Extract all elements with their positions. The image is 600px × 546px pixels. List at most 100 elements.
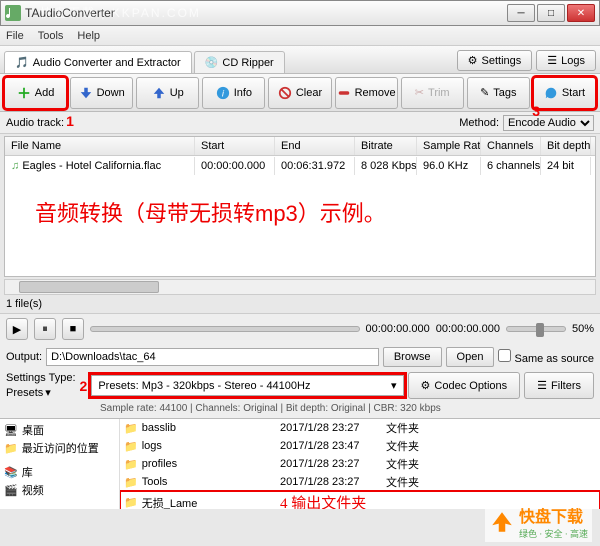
- nav-item[interactable]: 📁最近访问的位置: [2, 439, 117, 457]
- list-header: File Name Start End Bitrate Sample Rate …: [5, 137, 595, 156]
- remove-button[interactable]: Remove: [335, 77, 398, 109]
- output-row: Output: Browse Open Same as source: [0, 344, 600, 370]
- volume-pct: 50%: [572, 323, 594, 335]
- col-end[interactable]: End: [275, 137, 355, 155]
- minimize-button[interactable]: ─: [507, 4, 535, 22]
- tab-cdripper-label: CD Ripper: [222, 57, 273, 69]
- table-row[interactable]: ♫ Eagles - Hotel California.flac 00:00:0…: [5, 156, 595, 176]
- method-label: Method:: [459, 117, 499, 129]
- info-button[interactable]: iInfo: [202, 77, 265, 109]
- tab-converter[interactable]: 🎵 Audio Converter and Extractor: [4, 51, 192, 73]
- open-button[interactable]: Open: [446, 347, 495, 367]
- start-button[interactable]: Start: [533, 77, 596, 109]
- cell-start: 00:00:00.000: [195, 157, 275, 175]
- tab-converter-label: Audio Converter and Extractor: [33, 57, 181, 69]
- logs-button[interactable]: ☰ Logs: [536, 50, 596, 71]
- maximize-button[interactable]: □: [537, 4, 565, 22]
- pause-button[interactable]: ⏸: [34, 318, 56, 340]
- annotation-1: 1: [66, 113, 74, 129]
- settings-row: Settings Type: Presets ▾ 2 Presets: Mp3 …: [0, 370, 600, 401]
- settings-button[interactable]: ⚙ Settings: [457, 50, 533, 71]
- nav-item[interactable]: 🎬视频: [2, 481, 117, 499]
- same-checkbox[interactable]: [498, 349, 511, 362]
- down-button[interactable]: Down: [70, 77, 133, 109]
- brand-name: 快盘下载: [519, 503, 588, 527]
- menu-file[interactable]: File: [6, 30, 24, 42]
- trim-button[interactable]: ✂ Trim: [401, 77, 464, 109]
- folder-icon: 📁: [124, 496, 138, 509]
- cell-end: 00:06:31.972: [275, 157, 355, 175]
- gear-icon: ⚙: [421, 379, 431, 392]
- stop-button[interactable]: ■: [62, 318, 84, 340]
- file-row[interactable]: 📁profiles2017/1/28 23:27文件夹: [120, 455, 600, 473]
- nav-item[interactable]: 🖥桌面: [2, 421, 117, 439]
- gear-icon: ⚙: [468, 54, 478, 67]
- volume-slider[interactable]: [506, 326, 566, 332]
- folder-icon: 📁: [124, 440, 138, 453]
- horizontal-scrollbar[interactable]: [4, 279, 596, 295]
- col-filename[interactable]: File Name: [5, 137, 195, 155]
- same-as-source[interactable]: Same as source: [498, 349, 594, 365]
- music-icon: 🎵: [15, 56, 29, 69]
- brand-sub: 绿色 · 安全 · 高速: [519, 527, 588, 540]
- remove-label: Remove: [355, 87, 396, 99]
- file-row[interactable]: 📁Tools2017/1/28 23:27文件夹: [120, 473, 600, 491]
- player: ▶ ⏸ ■ 00:00:00.000 00:00:00.000 50%: [0, 313, 600, 344]
- down-label: Down: [97, 87, 125, 99]
- desktop-icon: 🖥: [4, 424, 18, 437]
- col-bitrate[interactable]: Bitrate: [355, 137, 417, 155]
- scroll-thumb[interactable]: [19, 281, 159, 293]
- tab-cdripper[interactable]: 💿 CD Ripper: [194, 51, 285, 73]
- brand-logo-icon: [489, 509, 515, 535]
- col-bitdepth[interactable]: Bit depth: [541, 137, 591, 155]
- output-path-input[interactable]: [46, 348, 379, 366]
- col-channels[interactable]: Channels: [481, 137, 541, 155]
- seek-slider[interactable]: [90, 326, 360, 332]
- file-row[interactable]: 📁logs2017/1/28 23:47文件夹: [120, 437, 600, 455]
- chevron-down-icon: ▾: [391, 379, 397, 392]
- close-button[interactable]: ✕: [567, 4, 595, 22]
- clear-button[interactable]: Clear: [268, 77, 331, 109]
- col-samplerate[interactable]: Sample Rate: [417, 137, 481, 155]
- watermark-text: 快盘下载 | KKPAN.COM: [40, 4, 201, 21]
- preset-value: Presets: Mp3 - 320kbps - Stereo - 44100H…: [98, 380, 310, 392]
- annotation-4: 4 输出文件夹: [280, 492, 366, 509]
- col-start[interactable]: Start: [195, 137, 275, 155]
- trim-label: Trim: [428, 87, 450, 99]
- cell-samplerate: 96.0 KHz: [417, 157, 481, 175]
- clear-label: Clear: [296, 87, 322, 99]
- output-label: Output:: [6, 351, 42, 363]
- info-label: Info: [234, 87, 252, 99]
- settings-info: Sample rate: 44100 | Channels: Original …: [0, 401, 600, 419]
- codec-options-button[interactable]: ⚙Codec Options: [408, 372, 521, 399]
- add-button[interactable]: Add: [4, 77, 67, 109]
- cell-bitrate: 8 028 Kbps: [355, 157, 417, 175]
- file-row[interactable]: 📁basslib2017/1/28 23:27文件夹: [120, 419, 600, 437]
- library-icon: 📚: [4, 466, 18, 479]
- nav-item[interactable]: 📚库: [2, 463, 117, 481]
- menu-tools[interactable]: Tools: [38, 30, 64, 42]
- up-label: Up: [170, 87, 184, 99]
- annotation-3: 3: [532, 103, 540, 119]
- filters-button[interactable]: ☰Filters: [524, 372, 594, 399]
- method-select[interactable]: Encode Audio: [503, 115, 594, 131]
- recent-icon: 📁: [4, 442, 18, 455]
- preset-select[interactable]: Presets: Mp3 - 320kbps - Stereo - 44100H…: [91, 375, 403, 396]
- menubar: File Tools Help: [0, 26, 600, 46]
- folder-icon: 📁: [124, 458, 138, 471]
- music-icon: ♫: [11, 160, 19, 172]
- tags-label: Tags: [493, 87, 516, 99]
- add-label: Add: [35, 87, 55, 99]
- settings-type-label: Settings Type:: [6, 372, 76, 384]
- tags-button[interactable]: ✎ Tags: [467, 77, 530, 109]
- browse-button[interactable]: Browse: [383, 347, 442, 367]
- scissors-icon: ✂: [415, 86, 424, 99]
- presets-dropdown-label[interactable]: Presets: [6, 387, 43, 399]
- files-count: 1 file(s): [0, 295, 600, 313]
- brand-watermark: 快盘下载 绿色 · 安全 · 高速: [485, 501, 592, 542]
- up-button[interactable]: Up: [136, 77, 199, 109]
- file-explorer: 🖥桌面 📁最近访问的位置 📚库 🎬视频 📁basslib2017/1/28 23…: [0, 419, 600, 509]
- menu-help[interactable]: Help: [77, 30, 100, 42]
- play-button[interactable]: ▶: [6, 318, 28, 340]
- pencil-icon: ✎: [480, 86, 489, 99]
